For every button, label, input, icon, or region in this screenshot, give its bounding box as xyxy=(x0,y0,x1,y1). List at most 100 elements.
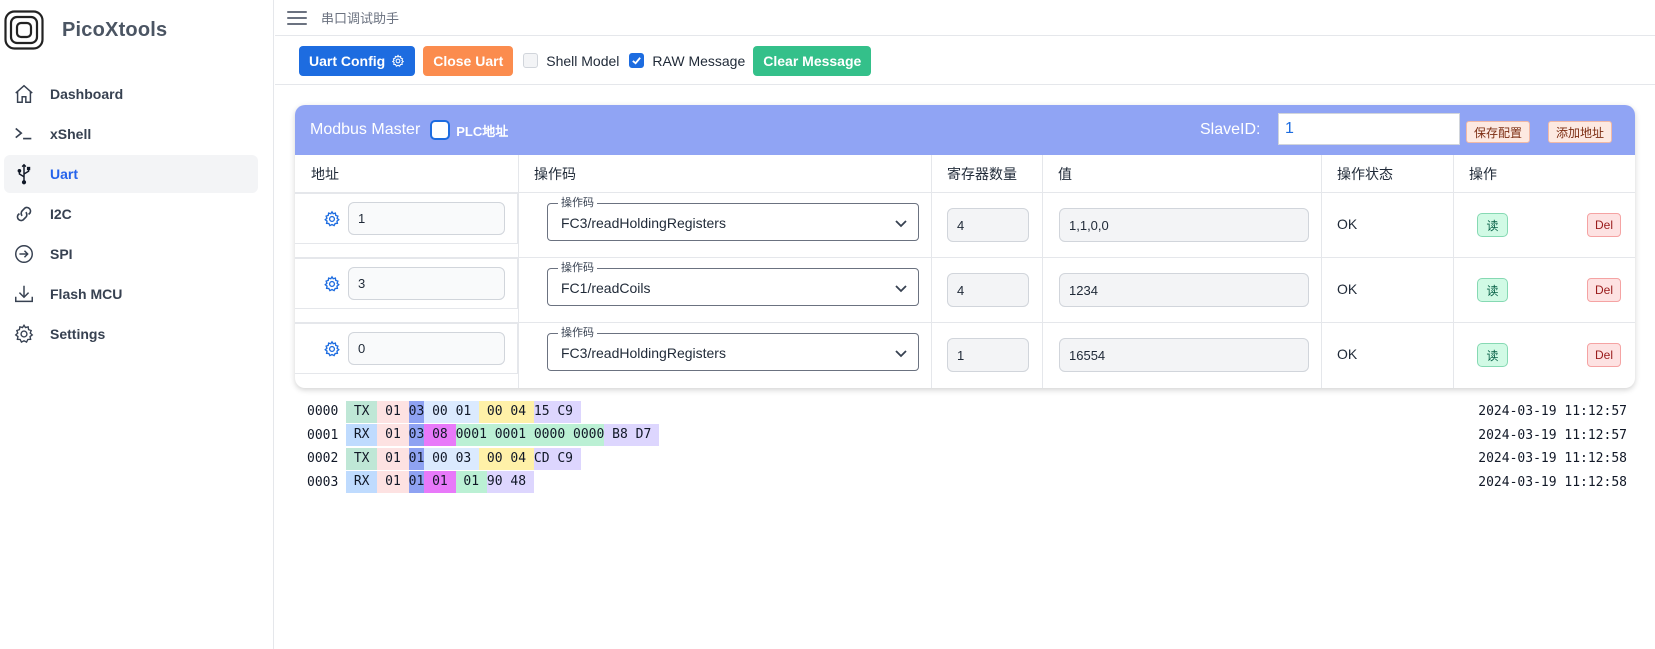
column-header-status: 操作状态 xyxy=(1337,166,1393,182)
gear-icon[interactable] xyxy=(323,275,341,293)
address-input[interactable]: 0 xyxy=(348,332,505,365)
sidebar-item-uart[interactable]: Uart xyxy=(4,155,258,193)
plc-address-toggle[interactable] xyxy=(430,120,451,140)
opcode-select[interactable]: 操作码 FC3/readHoldingRegisters xyxy=(547,327,919,371)
log-segment: 01 xyxy=(377,400,409,423)
log-segment: 08 xyxy=(424,424,456,447)
sidebar-item-spi[interactable]: SPI xyxy=(4,235,258,273)
value-input[interactable]: 1,1,0,0 xyxy=(1059,208,1309,242)
usb-icon xyxy=(12,162,36,186)
delete-button[interactable]: Del xyxy=(1587,278,1621,302)
value-input[interactable]: 16554 xyxy=(1059,338,1309,372)
address-cell: 1 xyxy=(295,193,518,244)
read-button[interactable]: 读 xyxy=(1477,343,1508,367)
table-row: 0 操作码 FC3/readHoldingRegisters 1 16554 O… xyxy=(295,323,1635,388)
raw-message-checkbox[interactable] xyxy=(629,53,645,68)
save-config-button[interactable]: 保存配置 xyxy=(1466,121,1531,143)
opcode-select-value: FC3/readHoldingRegisters xyxy=(561,215,726,231)
log-index: 0003 xyxy=(307,474,339,490)
slave-id-label: SlaveID: xyxy=(1200,121,1261,138)
chevron-down-icon xyxy=(895,220,907,228)
column-header-actions: 操作 xyxy=(1469,166,1497,182)
opcode-select[interactable]: 操作码 FC3/readHoldingRegisters xyxy=(547,197,919,241)
sidebar-item-settings[interactable]: Settings xyxy=(4,315,258,353)
register-count-input[interactable]: 1 xyxy=(947,338,1029,372)
log-line: 0002 TX 01 01 00 03 00 04 CD C9 2024-03-… xyxy=(307,447,1627,471)
log-index: 0000 xyxy=(307,404,339,420)
sidebar: PicoXtools Dashboard xShell Uart I2C SPI… xyxy=(0,0,274,649)
log-segment: 00 04 xyxy=(479,447,534,470)
sidebar-item-label: Dashboard xyxy=(50,86,124,102)
register-count-input[interactable]: 4 xyxy=(947,208,1029,242)
slave-id-input[interactable]: 1 xyxy=(1278,113,1460,145)
modbus-master-panel: Modbus Master PLC地址 SlaveID: 1 保存配置 添加地址… xyxy=(295,105,1635,388)
log-line: 0000 TX 01 03 00 01 00 04 15 C9 2024-03-… xyxy=(307,400,1627,424)
add-address-button[interactable]: 添加地址 xyxy=(1548,121,1613,143)
register-count-input[interactable]: 4 xyxy=(947,273,1029,307)
modbus-table-header: 地址 操作码 寄存器数量 值 操作状态 操作 xyxy=(295,155,1635,193)
app-name: PicoXtools xyxy=(62,18,168,41)
sidebar-item-xshell[interactable]: xShell xyxy=(4,115,258,153)
opcode-select-legend: 操作码 xyxy=(558,327,597,339)
log-segment: TX xyxy=(346,447,378,470)
log-segment: 00 04 xyxy=(479,400,534,423)
log-segment: 01 xyxy=(377,424,409,447)
arrow-circle-icon xyxy=(12,242,36,266)
close-uart-button[interactable]: Close Uart xyxy=(423,45,514,76)
delete-button[interactable]: Del xyxy=(1587,343,1621,367)
log-segment: 03 xyxy=(408,424,425,447)
log-index: 0002 xyxy=(307,451,339,467)
raw-message-toggle[interactable]: RAW Message xyxy=(629,53,745,69)
uart-toolbar: Uart Config Close Uart Shell Model RAW M… xyxy=(275,37,1655,85)
read-button[interactable]: 读 xyxy=(1477,213,1508,237)
address-input[interactable]: 3 xyxy=(348,267,505,300)
clear-message-button[interactable]: Clear Message xyxy=(753,45,872,76)
log-segment: 0001 0001 0000 0000 xyxy=(455,424,605,447)
menu-icon[interactable] xyxy=(287,10,307,25)
log-line: 0003 RX 01 01 01 01 90 48 2024-03-19 11:… xyxy=(307,471,1627,495)
sidebar-item-flash-mcu[interactable]: Flash MCU xyxy=(4,275,258,313)
sidebar-item-label: Settings xyxy=(50,326,106,342)
opcode-select-legend: 操作码 xyxy=(558,262,597,274)
log-segment: 01 xyxy=(408,471,425,494)
sidebar-item-label: xShell xyxy=(50,126,92,142)
gear-icon xyxy=(392,53,405,67)
log-segment: 03 xyxy=(408,400,425,423)
value-input[interactable]: 1234 xyxy=(1059,273,1309,307)
column-header-value: 值 xyxy=(1058,166,1072,182)
column-header-address: 地址 xyxy=(311,166,339,182)
sidebar-item-i2c[interactable]: I2C xyxy=(4,195,258,233)
sidebar-nav: Dashboard xShell Uart I2C SPI Flash MCU … xyxy=(4,75,258,355)
opcode-select-value: FC1/readCoils xyxy=(561,280,651,296)
shell-model-label: Shell Model xyxy=(546,52,620,69)
log-segment: 01 xyxy=(408,447,425,470)
gear-icon[interactable] xyxy=(323,340,341,358)
column-header-register-count: 寄存器数量 xyxy=(947,166,1017,182)
opcode-select-value: FC3/readHoldingRegisters xyxy=(561,345,726,361)
sidebar-item-label: SPI xyxy=(50,246,73,262)
read-button[interactable]: 读 xyxy=(1477,278,1508,302)
address-input[interactable]: 1 xyxy=(348,202,505,235)
gear-icon xyxy=(12,322,36,346)
brand: PicoXtools xyxy=(4,10,167,50)
shell-model-checkbox[interactable] xyxy=(523,53,539,68)
column-header-opcode: 操作码 xyxy=(534,166,576,182)
log-segment: RX xyxy=(346,424,378,447)
log-segment: 01 xyxy=(377,447,409,470)
status-text: OK xyxy=(1337,216,1358,232)
chevron-down-icon xyxy=(895,350,907,358)
log-timestamp: 2024-03-19 11:12:58 xyxy=(1478,474,1627,490)
uart-config-button[interactable]: Uart Config xyxy=(299,45,416,76)
gear-icon[interactable] xyxy=(323,210,341,228)
sidebar-item-dashboard[interactable]: Dashboard xyxy=(4,75,258,113)
shell-model-toggle[interactable]: Shell Model xyxy=(523,53,619,69)
status-text: OK xyxy=(1337,281,1358,297)
opcode-select[interactable]: 操作码 FC1/readCoils xyxy=(547,262,919,306)
log-timestamp: 2024-03-19 11:12:57 xyxy=(1478,404,1627,419)
opcode-select-legend: 操作码 xyxy=(558,197,597,209)
terminal-icon xyxy=(12,122,36,146)
log-segment: 90 48 xyxy=(486,471,534,494)
delete-button[interactable]: Del xyxy=(1587,213,1621,237)
sidebar-item-label: Flash MCU xyxy=(50,286,123,302)
log-segment: 01 xyxy=(455,471,487,494)
